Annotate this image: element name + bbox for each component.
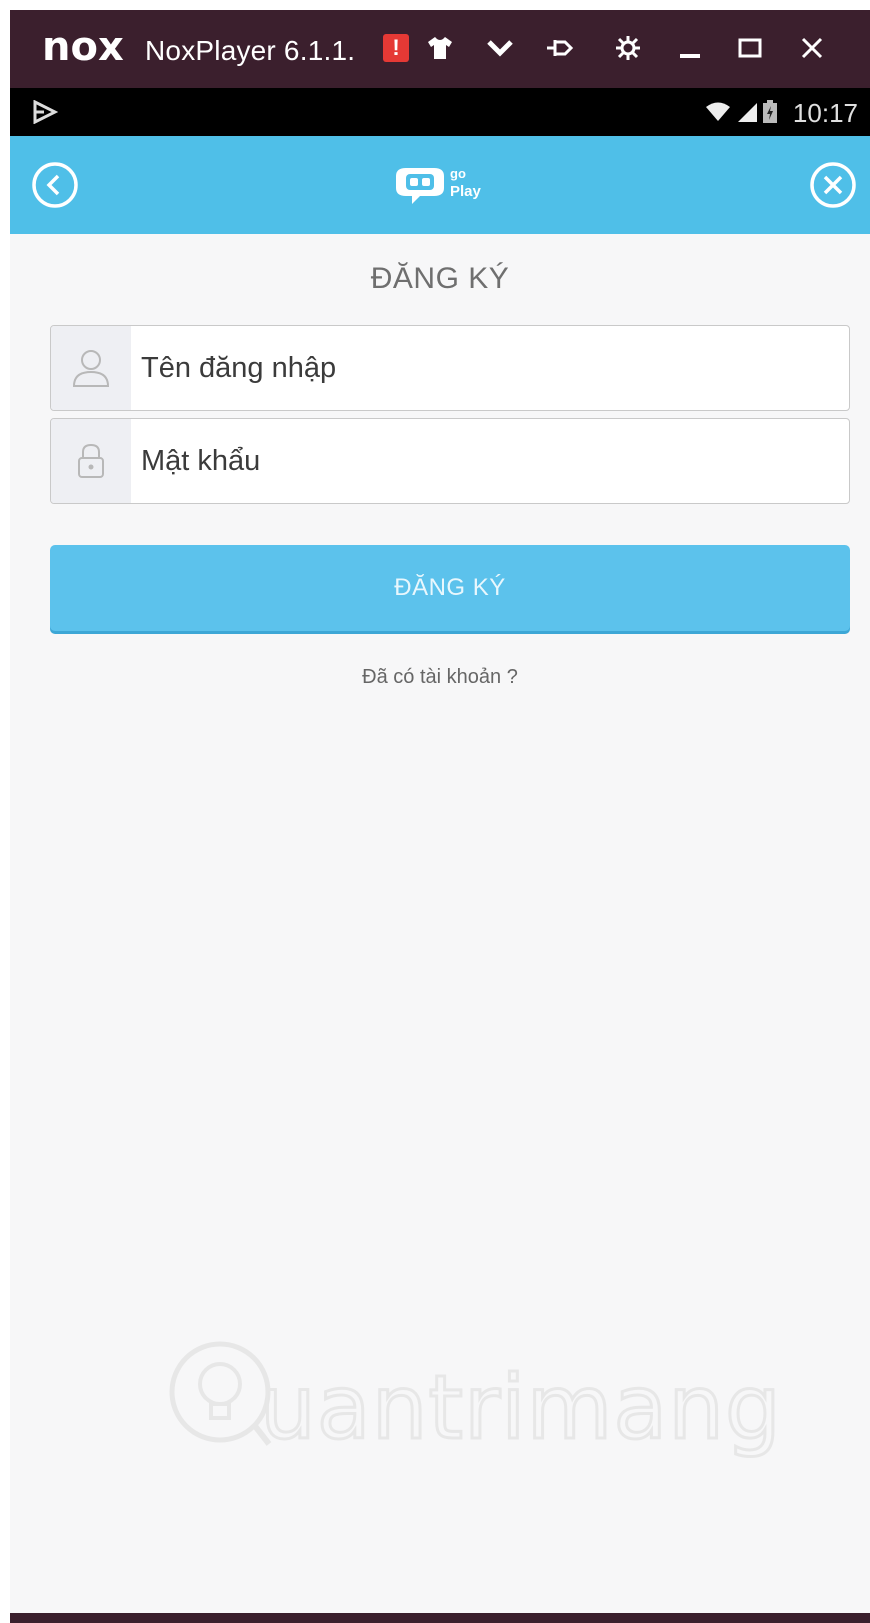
back-icon[interactable] — [30, 160, 80, 210]
username-icon-box — [51, 326, 131, 410]
page-title: ĐĂNG KÝ — [370, 262, 510, 295]
nox-logo-text: nox — [42, 26, 124, 68]
lock-icon — [78, 443, 104, 478]
logo-play-text: Play — [450, 183, 482, 200]
username-field[interactable] — [50, 325, 850, 411]
minimize-icon[interactable] — [673, 30, 707, 66]
watermark-text: uantrimang — [259, 1355, 783, 1461]
battery-icon — [763, 100, 777, 123]
password-field[interactable] — [50, 418, 850, 504]
register-content: ĐĂNG KÝ ĐĂNG KÝ Đã có tài khoản ? — [10, 234, 870, 1613]
register-button[interactable]: ĐĂNG KÝ — [50, 545, 850, 631]
window-title: NoxPlayer 6.1.1. — [145, 35, 356, 66]
close-icon[interactable] — [808, 160, 858, 210]
android-statusbar: 10:17 — [10, 88, 870, 136]
signal-icon — [738, 103, 757, 122]
nox-logo-icon: nox — [42, 26, 124, 68]
wifi-icon — [706, 102, 730, 121]
theme-shirt-icon[interactable] — [423, 30, 457, 66]
username-input[interactable] — [131, 326, 849, 410]
app-header: go Play — [10, 136, 870, 234]
emulator-titlebar: nox NoxPlayer 6.1.1. ! — [10, 10, 870, 88]
alert-icon[interactable]: ! — [383, 34, 409, 62]
settings-gear-icon[interactable] — [611, 30, 645, 66]
goplay-logo-icon: go Play — [396, 166, 482, 204]
logo-go-text: go — [450, 166, 466, 181]
watermark-bulb-icon — [169, 1341, 272, 1446]
watermark: uantrimang — [165, 1334, 782, 1474]
close-window-icon[interactable] — [795, 30, 829, 66]
chevron-down-icon[interactable] — [483, 30, 517, 66]
status-time: 10:17 — [792, 98, 858, 128]
password-icon-box — [51, 419, 131, 503]
maximize-icon[interactable] — [733, 30, 767, 66]
play-store-notification-icon — [33, 100, 58, 124]
status-icons — [704, 100, 778, 124]
password-input[interactable] — [131, 419, 849, 503]
user-icon — [72, 350, 110, 387]
pin-icon[interactable] — [543, 30, 577, 66]
login-link[interactable]: Đã có tài khoản ? — [10, 666, 870, 689]
